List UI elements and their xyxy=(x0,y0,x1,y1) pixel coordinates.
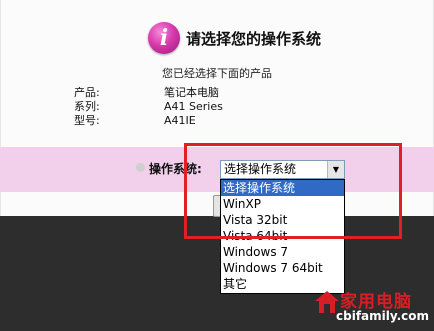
site-watermark: 家用电脑 cbifamily.com xyxy=(306,284,430,328)
series-label: 系列: xyxy=(74,100,100,113)
page-heading: i 请选择您的操作系统 xyxy=(148,21,321,55)
model-value: A41IE xyxy=(164,114,196,127)
os-option[interactable]: Windows 7 64bit xyxy=(221,260,344,276)
highlight-frame xyxy=(184,143,402,239)
series-info-row: 系列: A41 Series xyxy=(74,100,223,114)
model-label: 型号: xyxy=(74,114,100,127)
info-icon: i xyxy=(148,22,180,54)
selected-product-note: 您已经选择下面的产品 xyxy=(162,67,272,80)
page-title: 请选择您的操作系统 xyxy=(186,29,322,48)
os-option[interactable]: Windows 7 xyxy=(221,244,344,260)
model-info-row: 型号: A41IE xyxy=(74,114,223,128)
bullet-icon xyxy=(136,163,145,172)
product-info-table: 产品: 笔记本电脑 系列: A41 Series 型号: A41IE xyxy=(74,86,223,128)
product-value: 笔记本电脑 xyxy=(164,86,219,99)
product-label: 产品: xyxy=(74,86,100,99)
info-icon-glyph: i xyxy=(159,25,169,51)
series-value: A41 Series xyxy=(164,100,223,113)
watermark-domain: cbifamily.com xyxy=(336,309,430,323)
product-info-row: 产品: 笔记本电脑 xyxy=(74,86,223,100)
